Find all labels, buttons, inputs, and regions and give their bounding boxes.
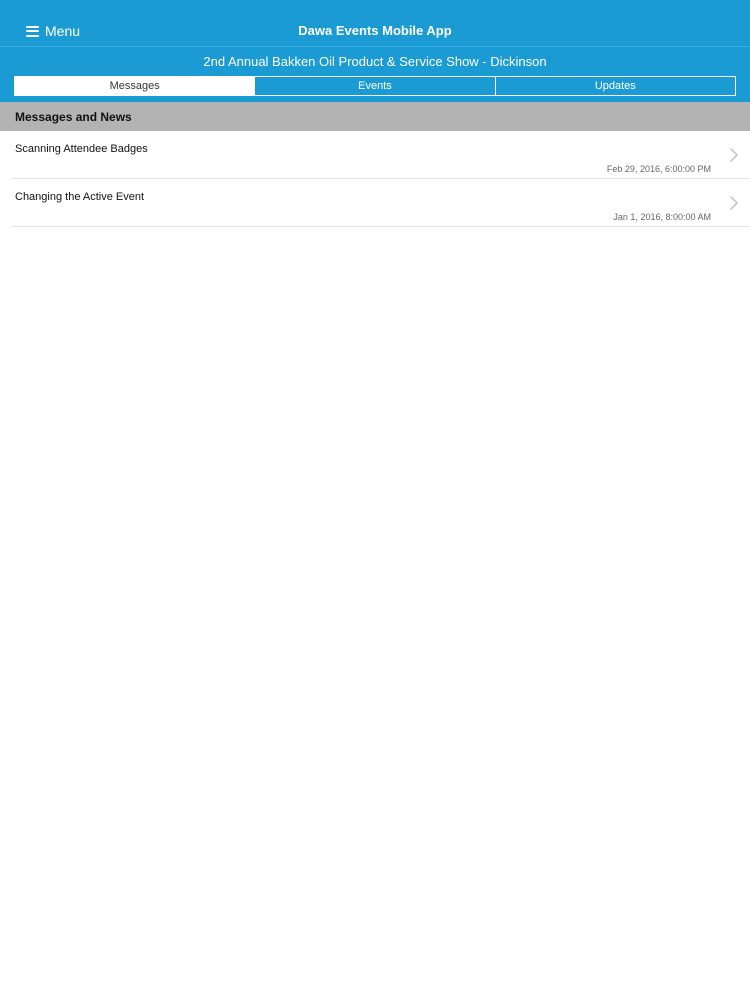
segmented-control: Messages Events Updates [14,76,736,96]
chevron-right-icon [730,148,738,162]
message-date: Jan 1, 2016, 8:00:00 AM [613,212,711,222]
top-bar: Menu Dawa Events Mobile App 2nd Annual B… [0,0,750,102]
tab-messages[interactable]: Messages [15,77,256,95]
list-item[interactable]: Changing the Active Event Jan 1, 2016, 8… [0,179,750,227]
list-item[interactable]: Scanning Attendee Badges Feb 29, 2016, 6… [0,131,750,179]
section-header: Messages and News [0,102,750,131]
message-title: Scanning Attendee Badges [15,143,148,155]
app-title: Dawa Events Mobile App [298,23,452,38]
section-title: Messages and News [15,110,132,124]
event-name: 2nd Annual Bakken Oil Product & Service … [203,54,547,69]
tab-updates[interactable]: Updates [496,77,735,95]
message-title: Changing the Active Event [15,191,145,203]
navigation-bar: Menu Dawa Events Mobile App [0,0,750,47]
message-date: Feb 29, 2016, 6:00:00 PM [606,164,711,174]
chevron-right-icon [730,196,738,210]
message-list: Scanning Attendee Badges Feb 29, 2016, 6… [0,131,750,227]
row-divider [12,226,750,227]
app-screen: Menu Dawa Events Mobile App 2nd Annual B… [0,0,750,1000]
tab-events[interactable]: Events [255,77,496,95]
